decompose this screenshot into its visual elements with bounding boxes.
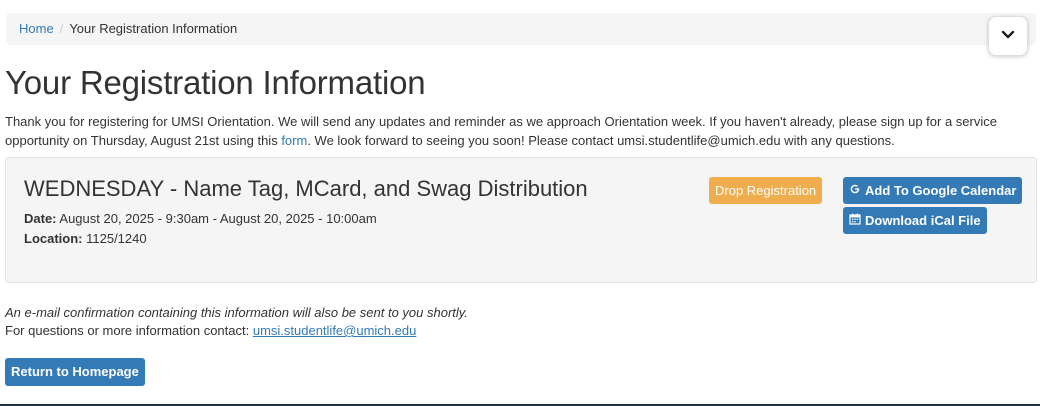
confirmation-note: An e-mail confirmation containing this i…: [5, 305, 468, 320]
download-ical-button[interactable]: Download iCal File: [843, 207, 987, 234]
intro-paragraph: Thank you for registering for UMSI Orien…: [5, 112, 1035, 150]
event-location-value: 1125/1240: [82, 231, 147, 246]
collapse-toggle-button[interactable]: [988, 16, 1028, 56]
event-card: WEDNESDAY - Name Tag, MCard, and Swag Di…: [5, 157, 1037, 283]
form-link[interactable]: form: [281, 133, 307, 148]
event-date-label: Date:: [24, 211, 57, 226]
return-to-homepage-button[interactable]: Return to Homepage: [5, 358, 145, 386]
contact-email-link[interactable]: umsi.studentlife@umich.edu: [253, 323, 417, 338]
contact-prefix: For questions or more information contac…: [5, 323, 253, 338]
drop-registration-label: Drop Registration: [715, 182, 817, 198]
calendar-icon: [849, 208, 861, 234]
event-date: Date: August 20, 2025 - 9:30am - August …: [24, 211, 377, 226]
contact-line: For questions or more information contac…: [5, 323, 416, 338]
event-title: WEDNESDAY - Name Tag, MCard, and Swag Di…: [24, 176, 588, 201]
add-google-calendar-label: Add To Google Calendar: [865, 182, 1017, 198]
add-google-calendar-button[interactable]: Add To Google Calendar: [843, 177, 1023, 204]
breadcrumb-separator: /: [59, 21, 64, 36]
breadcrumb-current: Your Registration Information: [69, 21, 238, 36]
event-location-label: Location:: [24, 231, 83, 246]
google-icon: [849, 178, 861, 204]
event-date-value: August 20, 2025 - 9:30am - August 20, 20…: [56, 211, 377, 226]
breadcrumb-home-link[interactable]: Home: [19, 21, 54, 36]
page-title: Your Registration Information: [5, 64, 426, 101]
event-location: Location: 1125/1240: [24, 231, 147, 246]
download-ical-label: Download iCal File: [865, 212, 981, 228]
breadcrumb: Home / Your Registration Information: [6, 13, 1036, 45]
intro-text-end: . We look forward to seeing you soon! Pl…: [307, 133, 895, 148]
chevron-down-icon: [1001, 27, 1015, 45]
drop-registration-button[interactable]: Drop Registration: [709, 177, 823, 204]
